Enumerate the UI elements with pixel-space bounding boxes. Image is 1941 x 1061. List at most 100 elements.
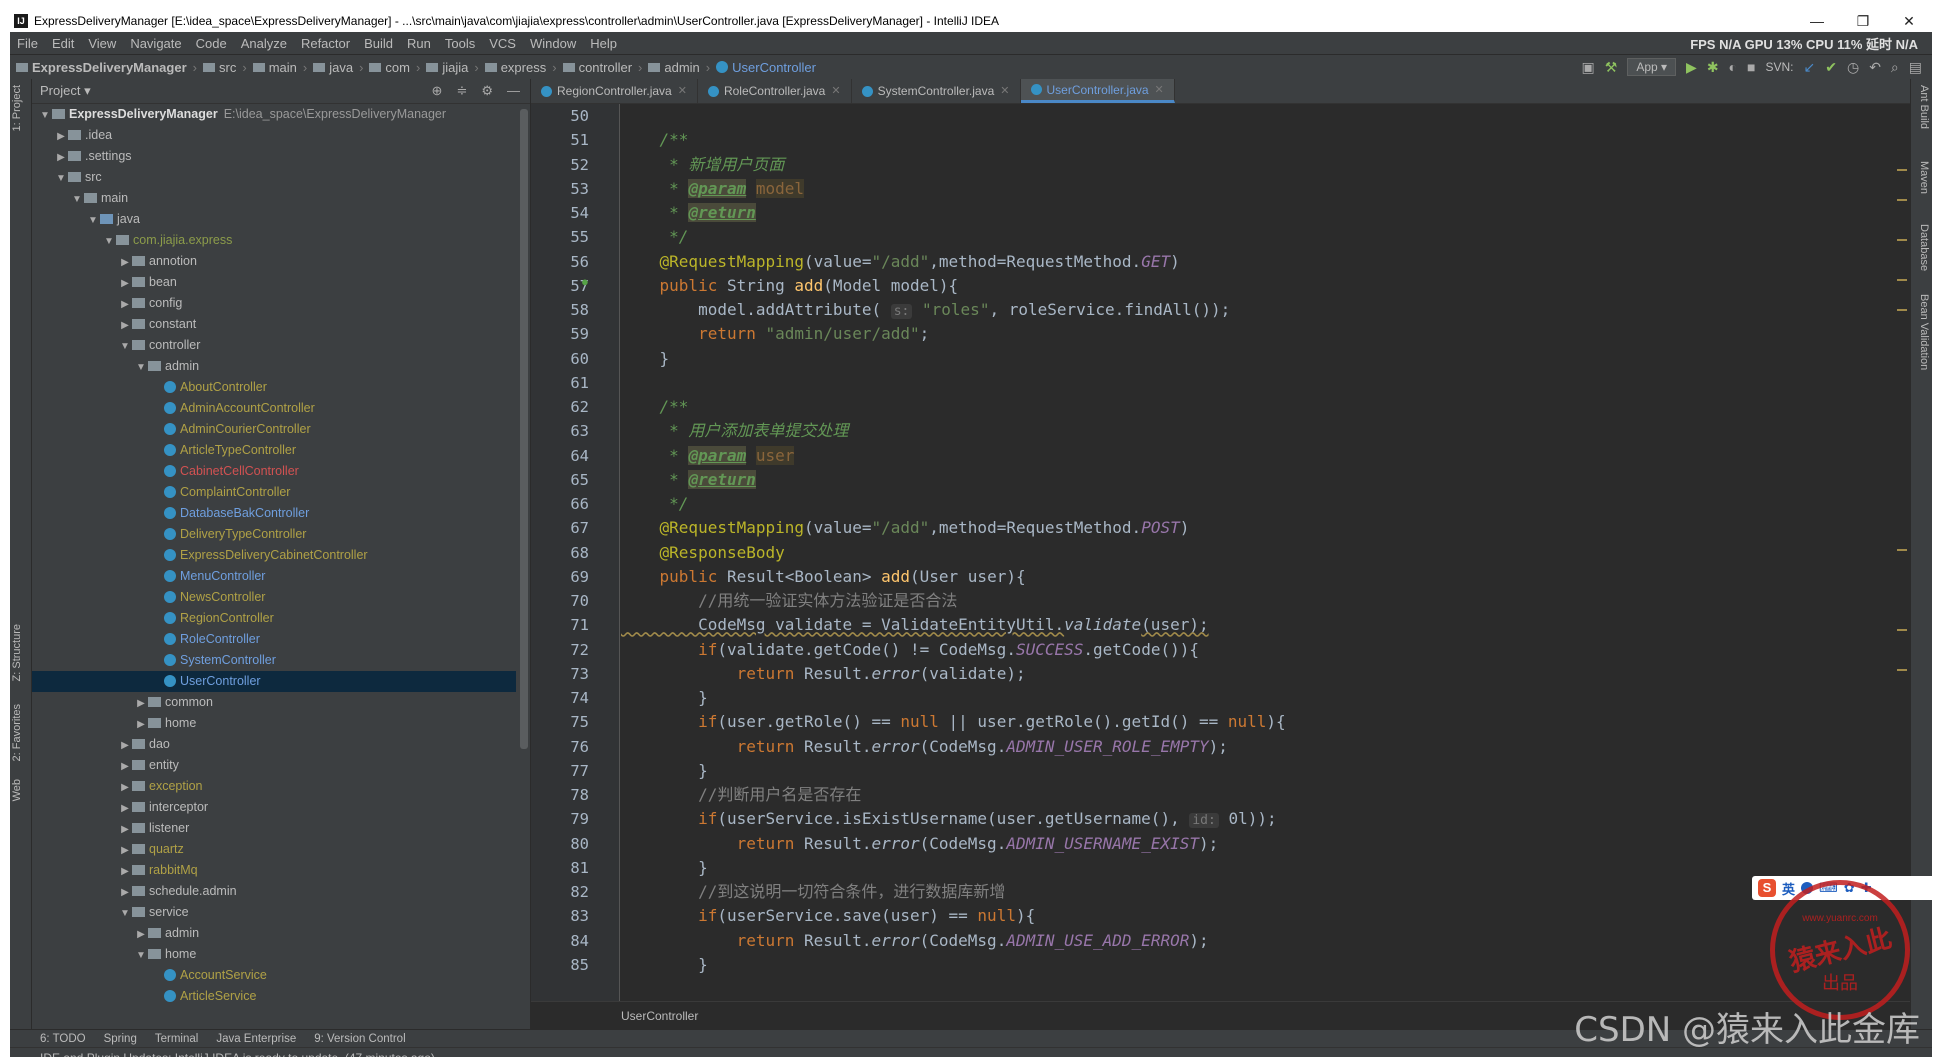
tab-user-controller[interactable]: UserController.java ✕ (1020, 78, 1175, 103)
tree-folder-item[interactable]: ▶ constant (32, 314, 516, 335)
collapsed-arrow-icon[interactable]: ▶ (118, 735, 132, 756)
breadcrumb-admin[interactable]: admin › (642, 60, 710, 75)
menu-navigate[interactable]: Navigate (123, 36, 188, 51)
close-tab-icon[interactable]: ✕ (1155, 78, 1164, 102)
code-editor[interactable]: /** * 新增用户页面 * @param model * @return */… (621, 104, 1891, 1001)
tool-tab-bean-validation[interactable]: Bean Validation (1918, 294, 1930, 370)
layout-icon[interactable]: ▤ (1909, 59, 1922, 76)
collapsed-arrow-icon[interactable]: ▶ (118, 861, 132, 882)
expanded-arrow-icon[interactable]: ▼ (54, 168, 68, 189)
tree-class-item[interactable]: ExpressDeliveryCabinetController (32, 545, 516, 566)
tab-region-controller[interactable]: RegionController.java ✕ (531, 79, 698, 103)
project-structure-icon[interactable]: ▣ (1582, 59, 1595, 76)
tool-terminal[interactable]: Terminal (155, 1033, 198, 1045)
collapsed-arrow-icon[interactable]: ▶ (54, 147, 68, 168)
gear-icon[interactable]: ⚙ (481, 83, 493, 99)
tool-tab-web[interactable]: Web (11, 779, 23, 801)
expanded-arrow-icon[interactable]: ▼ (118, 903, 132, 924)
collapsed-arrow-icon[interactable]: ▶ (118, 252, 132, 273)
tree-folder-item[interactable]: ▼ java (32, 209, 516, 230)
minimize-button[interactable]: — (1794, 13, 1840, 29)
expanded-arrow-icon[interactable]: ▼ (38, 105, 52, 126)
tree-class-item[interactable]: MenuController (32, 566, 516, 587)
tool-version-control[interactable]: 9: Version Control (314, 1033, 405, 1045)
revert-icon[interactable]: ↶ (1869, 59, 1881, 76)
collapsed-arrow-icon[interactable]: ▶ (134, 693, 148, 714)
collapsed-arrow-icon[interactable]: ▶ (118, 882, 132, 903)
breadcrumb-main[interactable]: main › (247, 60, 307, 75)
tree-folder-item[interactable]: ▼ src (32, 167, 516, 188)
tree-folder-item[interactable]: ▶ quartz (32, 839, 516, 860)
close-tab-icon[interactable]: ✕ (831, 79, 840, 103)
menu-tools[interactable]: Tools (438, 36, 482, 51)
expanded-arrow-icon[interactable]: ▼ (86, 210, 100, 231)
tree-folder-item[interactable]: ▼ controller (32, 335, 516, 356)
tree-class-item[interactable]: UserController (32, 671, 516, 692)
expanded-arrow-icon[interactable]: ▼ (102, 231, 116, 252)
breadcrumb-express[interactable]: express › (479, 60, 557, 75)
close-button[interactable]: ✕ (1886, 13, 1932, 30)
collapsed-arrow-icon[interactable]: ▶ (118, 315, 132, 336)
tree-class-item[interactable]: ArticleTypeController (32, 440, 516, 461)
collapsed-arrow-icon[interactable]: ▶ (118, 273, 132, 294)
build-hammer-icon[interactable]: ⚒ (1605, 59, 1618, 76)
history-icon[interactable]: ◷ (1847, 59, 1859, 76)
tree-folder-item[interactable]: ▼ ExpressDeliveryManager E:\idea_space\Exp… (32, 104, 516, 125)
close-tab-icon[interactable]: ✕ (678, 79, 687, 103)
collapsed-arrow-icon[interactable]: ▶ (118, 756, 132, 777)
coverage-icon[interactable]: ◐ (1729, 59, 1737, 75)
tree-folder-item[interactable]: ▶ exception (32, 776, 516, 797)
breadcrumb-controller[interactable]: controller › (557, 60, 642, 75)
tree-folder-item[interactable]: ▶ config (32, 293, 516, 314)
tab-system-controller[interactable]: SystemController.java ✕ (852, 79, 1021, 103)
collapsed-arrow-icon[interactable]: ▶ (118, 798, 132, 819)
tab-role-controller[interactable]: RoleController.java ✕ (698, 79, 852, 103)
tree-folder-item[interactable]: ▶ listener (32, 818, 516, 839)
breadcrumb-com[interactable]: com › (363, 60, 420, 75)
tree-class-item[interactable]: RegionController (32, 608, 516, 629)
tree-class-item[interactable]: ComplaintController (32, 482, 516, 503)
tree-class-item[interactable]: AccountService (32, 965, 516, 986)
tool-tab-ant-build[interactable]: Ant Build (1918, 85, 1930, 129)
tool-tab-favorites[interactable]: 2: Favorites (11, 704, 23, 761)
tree-folder-item[interactable]: ▶ interceptor (32, 797, 516, 818)
tree-folder-item[interactable]: ▶ dao (32, 734, 516, 755)
collapsed-arrow-icon[interactable]: ▶ (54, 126, 68, 147)
breadcrumb-java[interactable]: java › (307, 60, 363, 75)
project-scrollbar[interactable] (520, 109, 528, 749)
menu-analyze[interactable]: Analyze (234, 36, 294, 51)
collapsed-arrow-icon[interactable]: ▶ (118, 294, 132, 315)
expanded-arrow-icon[interactable]: ▼ (70, 189, 84, 210)
tree-folder-item[interactable]: ▶ admin (32, 923, 516, 944)
tree-folder-item[interactable]: ▶ .settings (32, 146, 516, 167)
search-icon[interactable]: ⌕ (1891, 59, 1899, 76)
collapsed-arrow-icon[interactable]: ▶ (118, 819, 132, 840)
tree-class-item[interactable]: CabinetCellController (32, 461, 516, 482)
tool-java-enterprise[interactable]: Java Enterprise (216, 1033, 296, 1045)
menu-window[interactable]: Window (523, 36, 583, 51)
editor-error-stripe[interactable] (1897, 109, 1907, 1009)
ime-mode-label[interactable]: 英 (1782, 879, 1795, 898)
tree-class-item[interactable]: DatabaseBakController (32, 503, 516, 524)
menu-edit[interactable]: Edit (45, 36, 81, 51)
tree-folder-item[interactable]: ▶ .idea (32, 125, 516, 146)
tree-class-item[interactable]: SystemController (32, 650, 516, 671)
tree-folder-item[interactable]: ▼ main (32, 188, 516, 209)
menu-build[interactable]: Build (357, 36, 400, 51)
tree-class-item[interactable]: AdminAccountController (32, 398, 516, 419)
collapse-all-icon[interactable]: ≑ (456, 83, 467, 99)
collapsed-arrow-icon[interactable]: ▶ (134, 714, 148, 735)
tree-folder-item[interactable]: ▶ entity (32, 755, 516, 776)
tree-folder-item[interactable]: ▼ admin (32, 356, 516, 377)
project-view-select[interactable]: Project ▾ (40, 83, 91, 99)
tree-class-item[interactable]: RoleController (32, 629, 516, 650)
maximize-button[interactable]: ❐ (1840, 13, 1886, 30)
menu-vcs[interactable]: VCS (482, 36, 523, 51)
close-tab-icon[interactable]: ✕ (1000, 79, 1009, 103)
expanded-arrow-icon[interactable]: ▼ (134, 357, 148, 378)
tree-folder-item[interactable]: ▼ home (32, 944, 516, 965)
run-icon[interactable]: ▶ (1686, 59, 1697, 76)
tool-tab-structure[interactable]: Z: Structure (11, 624, 23, 681)
expanded-arrow-icon[interactable]: ▼ (118, 336, 132, 357)
menu-refactor[interactable]: Refactor (294, 36, 357, 51)
